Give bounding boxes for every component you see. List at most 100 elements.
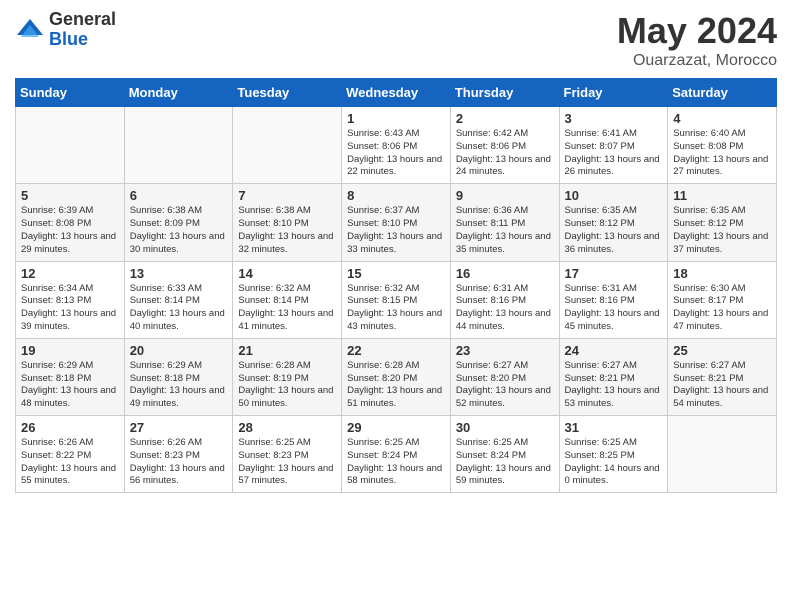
day-info: Sunrise: 6:28 AM Sunset: 8:20 PM Dayligh… xyxy=(347,360,445,411)
table-row: 20Sunrise: 6:29 AM Sunset: 8:18 PM Dayli… xyxy=(124,338,233,415)
day-number: 9 xyxy=(456,188,554,203)
table-row: 21Sunrise: 6:28 AM Sunset: 8:19 PM Dayli… xyxy=(233,338,342,415)
calendar-week-2: 5 Sunrise: 6:39 AM Sunset: 8:08 PM Daylig… xyxy=(16,184,777,261)
day-info: Sunrise: 6:34 AM Sunset: 8:13 PM Dayligh… xyxy=(21,283,119,334)
day-info: Sunrise: 6:33 AM Sunset: 8:14 PM Dayligh… xyxy=(130,283,228,334)
table-row: 13 Sunrise: 6:33 AM Sunset: 8:14 PM Dayli… xyxy=(124,261,233,338)
logo-text: General Blue xyxy=(49,10,116,50)
table-row: 31Sunrise: 6:25 AM Sunset: 8:25 PM Dayli… xyxy=(559,416,668,493)
col-sunday: Sunday xyxy=(16,79,125,107)
calendar-week-5: 26Sunrise: 6:26 AM Sunset: 8:22 PM Dayli… xyxy=(16,416,777,493)
header: General Blue May 2024 Ouarzazat, Morocco xyxy=(15,10,777,70)
day-number: 5 xyxy=(21,188,119,203)
day-number: 28 xyxy=(238,420,336,435)
day-number: 8 xyxy=(347,188,445,203)
day-number: 6 xyxy=(130,188,228,203)
day-number: 4 xyxy=(673,111,771,126)
day-info: Sunrise: 6:27 AM Sunset: 8:21 PM Dayligh… xyxy=(565,360,663,411)
day-info: Sunrise: 6:27 AM Sunset: 8:20 PM Dayligh… xyxy=(456,360,554,411)
table-row: 2 Sunrise: 6:42 AM Sunset: 8:06 PM Daylig… xyxy=(450,107,559,184)
day-number: 13 xyxy=(130,266,228,281)
day-number: 24 xyxy=(565,343,663,358)
day-number: 30 xyxy=(456,420,554,435)
calendar-table: Sunday Monday Tuesday Wednesday Thursday… xyxy=(15,78,777,493)
table-row: 7 Sunrise: 6:38 AM Sunset: 8:10 PM Daylig… xyxy=(233,184,342,261)
logo: General Blue xyxy=(15,10,116,50)
table-row: 9 Sunrise: 6:36 AM Sunset: 8:11 PM Daylig… xyxy=(450,184,559,261)
table-row: 25 Sunrise: 6:27 AM Sunset: 8:21 PM Dayli… xyxy=(668,338,777,415)
day-info: Sunrise: 6:37 AM Sunset: 8:10 PM Dayligh… xyxy=(347,205,445,256)
table-row: 30 Sunrise: 6:25 AM Sunset: 8:24 PM Dayli… xyxy=(450,416,559,493)
table-row: 16 Sunrise: 6:31 AM Sunset: 8:16 PM Dayli… xyxy=(450,261,559,338)
day-number: 19 xyxy=(21,343,119,358)
day-info: Sunrise: 6:29 AM Sunset: 8:18 PM Dayligh… xyxy=(21,360,119,411)
table-row: 11 Sunrise: 6:35 AM Sunset: 8:12 PM Dayli… xyxy=(668,184,777,261)
day-number: 11 xyxy=(673,188,771,203)
day-info: Sunrise: 6:38 AM Sunset: 8:09 PM Dayligh… xyxy=(130,205,228,256)
day-info: Sunrise: 6:26 AM Sunset: 8:23 PM Dayligh… xyxy=(130,437,228,488)
table-row: 3 Sunrise: 6:41 AM Sunset: 8:07 PM Daylig… xyxy=(559,107,668,184)
day-info: Sunrise: 6:28 AM Sunset: 8:19 PM Dayligh… xyxy=(238,360,336,411)
day-number: 23 xyxy=(456,343,554,358)
table-row: 23 Sunrise: 6:27 AM Sunset: 8:20 PM Dayli… xyxy=(450,338,559,415)
table-row: 22 Sunrise: 6:28 AM Sunset: 8:20 PM Dayli… xyxy=(342,338,451,415)
day-number: 22 xyxy=(347,343,445,358)
day-info: Sunrise: 6:25 AM Sunset: 8:24 PM Dayligh… xyxy=(456,437,554,488)
day-info: Sunrise: 6:36 AM Sunset: 8:11 PM Dayligh… xyxy=(456,205,554,256)
table-row: 26Sunrise: 6:26 AM Sunset: 8:22 PM Dayli… xyxy=(16,416,125,493)
calendar-header-row: Sunday Monday Tuesday Wednesday Thursday… xyxy=(16,79,777,107)
day-number: 12 xyxy=(21,266,119,281)
day-info: Sunrise: 6:32 AM Sunset: 8:14 PM Dayligh… xyxy=(238,283,336,334)
title-month: May 2024 xyxy=(617,10,777,52)
day-info: Sunrise: 6:25 AM Sunset: 8:23 PM Dayligh… xyxy=(238,437,336,488)
col-tuesday: Tuesday xyxy=(233,79,342,107)
table-row: 4 Sunrise: 6:40 AM Sunset: 8:08 PM Daylig… xyxy=(668,107,777,184)
day-info: Sunrise: 6:42 AM Sunset: 8:06 PM Dayligh… xyxy=(456,128,554,179)
col-wednesday: Wednesday xyxy=(342,79,451,107)
table-row: 8 Sunrise: 6:37 AM Sunset: 8:10 PM Daylig… xyxy=(342,184,451,261)
day-number: 15 xyxy=(347,266,445,281)
day-info: Sunrise: 6:39 AM Sunset: 8:08 PM Dayligh… xyxy=(21,205,119,256)
day-info: Sunrise: 6:38 AM Sunset: 8:10 PM Dayligh… xyxy=(238,205,336,256)
logo-icon xyxy=(15,15,45,45)
col-saturday: Saturday xyxy=(668,79,777,107)
table-row xyxy=(668,416,777,493)
day-info: Sunrise: 6:26 AM Sunset: 8:22 PM Dayligh… xyxy=(21,437,119,488)
table-row: 1 Sunrise: 6:43 AM Sunset: 8:06 PM Daylig… xyxy=(342,107,451,184)
table-row: 29Sunrise: 6:25 AM Sunset: 8:24 PM Dayli… xyxy=(342,416,451,493)
table-row: 19 Sunrise: 6:29 AM Sunset: 8:18 PM Dayli… xyxy=(16,338,125,415)
table-row: 18 Sunrise: 6:30 AM Sunset: 8:17 PM Dayli… xyxy=(668,261,777,338)
day-number: 31 xyxy=(565,420,663,435)
table-row: 15Sunrise: 6:32 AM Sunset: 8:15 PM Dayli… xyxy=(342,261,451,338)
day-info: Sunrise: 6:31 AM Sunset: 8:16 PM Dayligh… xyxy=(565,283,663,334)
table-row: 27Sunrise: 6:26 AM Sunset: 8:23 PM Dayli… xyxy=(124,416,233,493)
day-info: Sunrise: 6:35 AM Sunset: 8:12 PM Dayligh… xyxy=(673,205,771,256)
col-monday: Monday xyxy=(124,79,233,107)
day-info: Sunrise: 6:27 AM Sunset: 8:21 PM Dayligh… xyxy=(673,360,771,411)
day-number: 20 xyxy=(130,343,228,358)
title-block: May 2024 Ouarzazat, Morocco xyxy=(617,10,777,70)
day-number: 7 xyxy=(238,188,336,203)
day-number: 3 xyxy=(565,111,663,126)
day-number: 16 xyxy=(456,266,554,281)
day-info: Sunrise: 6:35 AM Sunset: 8:12 PM Dayligh… xyxy=(565,205,663,256)
day-info: Sunrise: 6:40 AM Sunset: 8:08 PM Dayligh… xyxy=(673,128,771,179)
day-number: 29 xyxy=(347,420,445,435)
day-number: 18 xyxy=(673,266,771,281)
logo-blue-text: Blue xyxy=(49,30,116,50)
day-number: 10 xyxy=(565,188,663,203)
day-number: 17 xyxy=(565,266,663,281)
day-info: Sunrise: 6:43 AM Sunset: 8:06 PM Dayligh… xyxy=(347,128,445,179)
table-row xyxy=(124,107,233,184)
table-row: 12 Sunrise: 6:34 AM Sunset: 8:13 PM Dayli… xyxy=(16,261,125,338)
day-info: Sunrise: 6:41 AM Sunset: 8:07 PM Dayligh… xyxy=(565,128,663,179)
table-row xyxy=(16,107,125,184)
day-info: Sunrise: 6:31 AM Sunset: 8:16 PM Dayligh… xyxy=(456,283,554,334)
calendar-week-4: 19 Sunrise: 6:29 AM Sunset: 8:18 PM Dayli… xyxy=(16,338,777,415)
day-number: 25 xyxy=(673,343,771,358)
day-info: Sunrise: 6:30 AM Sunset: 8:17 PM Dayligh… xyxy=(673,283,771,334)
day-number: 2 xyxy=(456,111,554,126)
col-thursday: Thursday xyxy=(450,79,559,107)
day-number: 1 xyxy=(347,111,445,126)
calendar-week-3: 12 Sunrise: 6:34 AM Sunset: 8:13 PM Dayli… xyxy=(16,261,777,338)
